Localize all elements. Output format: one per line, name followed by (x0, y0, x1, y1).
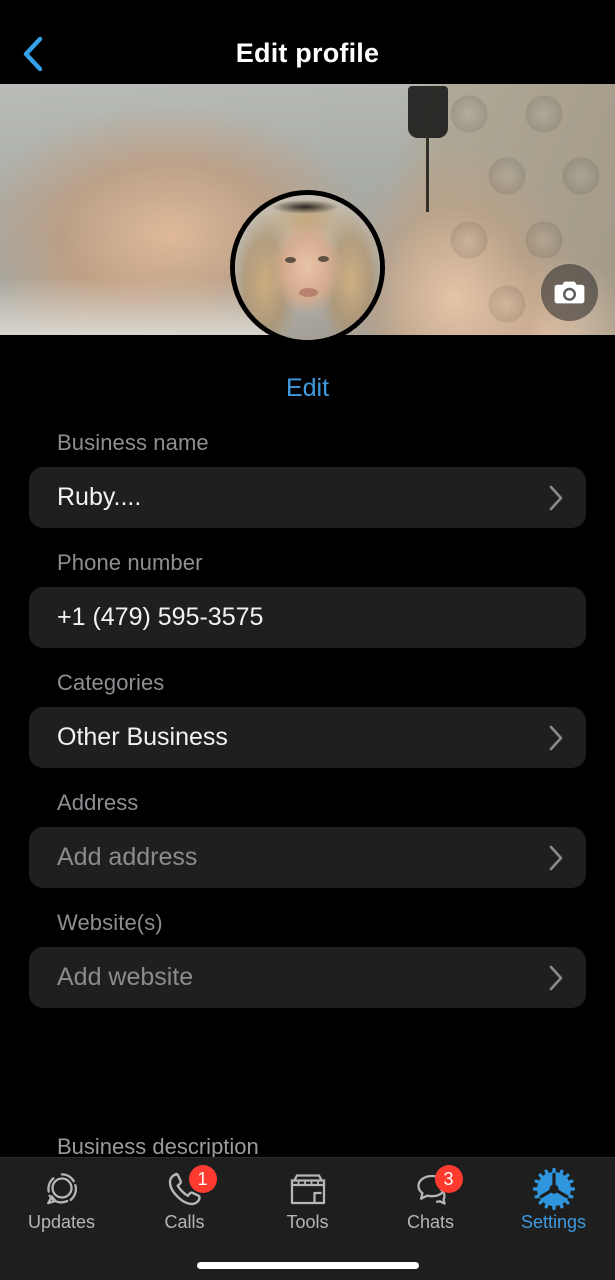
page-title: Edit profile (235, 37, 380, 68)
websites-field[interactable]: Add website (29, 947, 586, 1008)
chevron-right-icon (548, 484, 564, 512)
address-value: Add address (57, 843, 198, 871)
edit-photo-link[interactable]: Edit (286, 374, 329, 403)
chevron-left-icon (23, 36, 43, 72)
chevron-right-icon (548, 844, 564, 872)
phone-icon: 1 (162, 1165, 217, 1210)
chevron-right-icon (548, 724, 564, 752)
field-group-address: Address Add address (0, 790, 615, 888)
tab-chats[interactable]: 3 Chats (369, 1165, 492, 1238)
field-label: Website(s) (57, 910, 163, 935)
chat-bubbles-icon: 3 (408, 1165, 463, 1210)
avatar-detail (285, 257, 296, 263)
field-label: Business name (57, 430, 209, 455)
avatar-image (235, 195, 380, 340)
tab-label: Calls (164, 1212, 205, 1232)
home-indicator[interactable] (196, 1262, 419, 1269)
back-button[interactable] (10, 32, 56, 76)
tab-label: Chats (406, 1212, 455, 1232)
field-group-phone-number: Phone number +1 (479) 595-3575 (0, 550, 615, 648)
tab-tools[interactable]: Tools (246, 1168, 369, 1238)
field-label: Address (57, 790, 139, 815)
chevron-right-icon (548, 964, 564, 992)
tab-settings[interactable]: Settings (492, 1168, 615, 1238)
business-name-field[interactable]: Ruby.... (29, 467, 586, 528)
calls-badge: 1 (188, 1165, 217, 1193)
cover-lamp-decoration (408, 86, 448, 212)
field-group-websites: Website(s) Add website (0, 910, 615, 1008)
status-bar (0, 0, 615, 22)
field-group-categories: Categories Other Business (0, 670, 615, 768)
status-updates-icon (39, 1168, 85, 1210)
business-name-value: Ruby.... (57, 483, 142, 511)
avatar-detail (299, 288, 318, 297)
websites-value: Add website (57, 963, 194, 991)
address-field[interactable]: Add address (29, 827, 586, 888)
edit-profile-screen: Edit profile Edit Business name Ruby.... (0, 0, 615, 1280)
tab-label: Settings (520, 1212, 587, 1232)
avatar[interactable] (230, 190, 385, 345)
edit-photo-row: Edit (0, 363, 615, 413)
phone-number-value: +1 (479) 595-3575 (57, 603, 264, 631)
tab-label: Tools (286, 1212, 329, 1232)
categories-value: Other Business (57, 723, 228, 751)
avatar-detail (318, 256, 329, 262)
field-label: Categories (57, 670, 165, 695)
tab-updates[interactable]: Updates (0, 1168, 123, 1238)
phone-number-field[interactable]: +1 (479) 595-3575 (29, 587, 586, 648)
field-label: Phone number (57, 550, 203, 575)
tab-calls[interactable]: 1 Calls (123, 1165, 246, 1238)
camera-icon (554, 281, 585, 304)
navigation-header: Edit profile (0, 22, 615, 84)
field-group-business-name: Business name Ruby.... (0, 430, 615, 528)
categories-field[interactable]: Other Business (29, 707, 586, 768)
chats-badge: 3 (434, 1165, 463, 1193)
profile-form: Business name Ruby.... Phone number +1 (… (0, 430, 615, 1030)
storefront-icon (285, 1168, 331, 1210)
tab-label: Updates (27, 1212, 96, 1232)
change-cover-photo-button[interactable] (541, 264, 598, 321)
bottom-tab-bar: Updates 1 Calls Tools 3 Chats Settings (0, 1157, 615, 1280)
gear-icon (531, 1168, 577, 1210)
